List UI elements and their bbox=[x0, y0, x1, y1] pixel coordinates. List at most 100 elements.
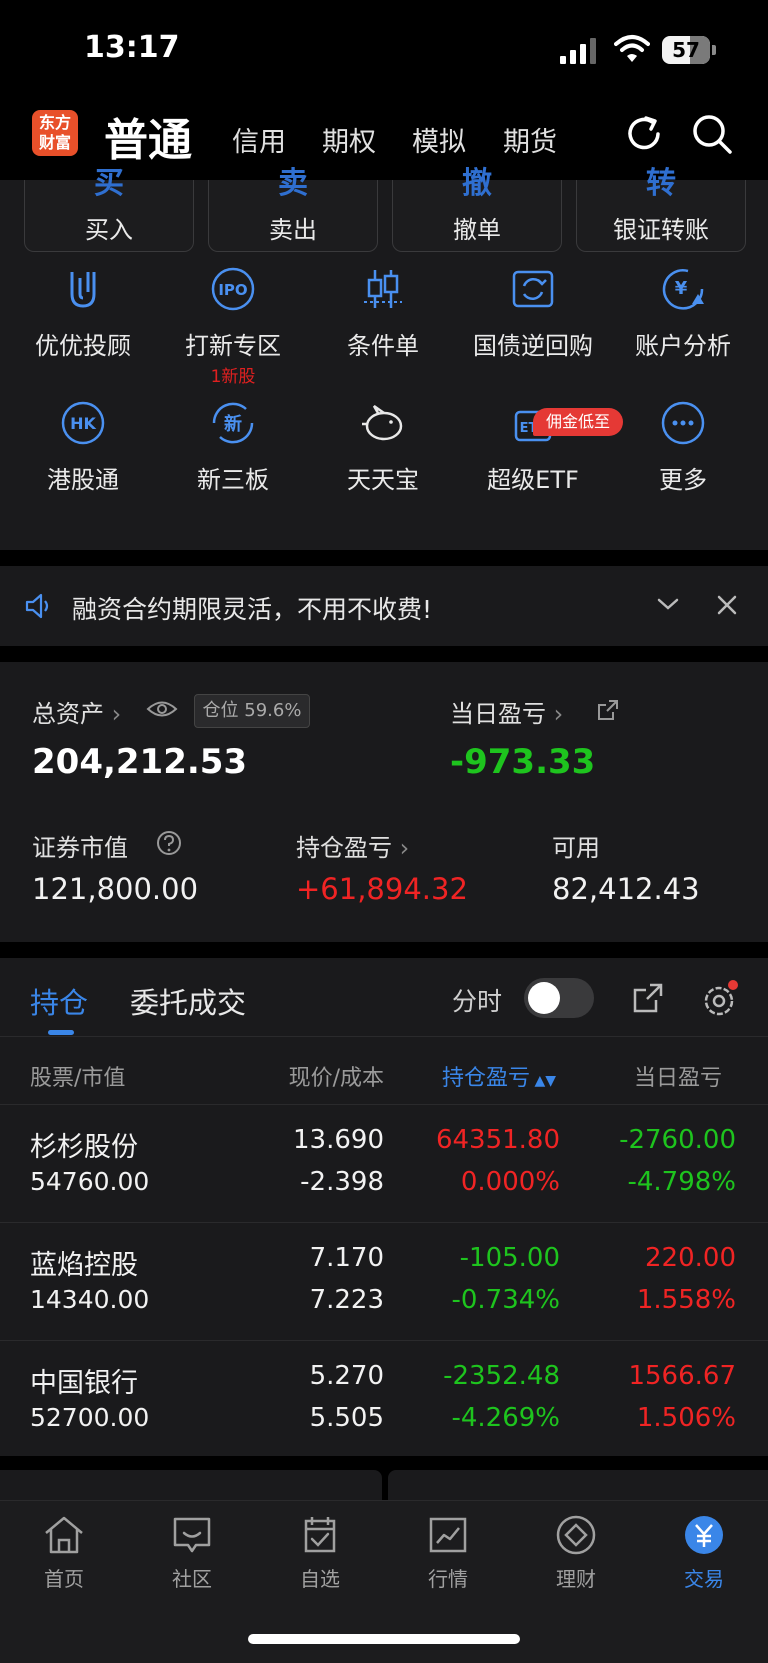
stock-name: 蓝焰控股 bbox=[30, 1250, 138, 1281]
total-assets-value: 204,212.53 bbox=[32, 742, 248, 782]
col-header-stock: 股票/市值 bbox=[30, 1066, 126, 1091]
bank-transfer-label: 银证转账 bbox=[613, 216, 709, 244]
stock-name: 杉杉股份 bbox=[30, 1132, 138, 1163]
daily-pl-value: -973.33 bbox=[450, 742, 596, 782]
stock-price: 5.270 bbox=[309, 1361, 384, 1391]
table-row[interactable]: 杉杉股份 54760.00 13.690 -2.398 64351.80 0.0… bbox=[0, 1104, 768, 1222]
nav-watchlist[interactable]: 自选 bbox=[256, 1513, 384, 1593]
grid-label: 更多 bbox=[659, 466, 707, 494]
holdings-section: 持仓 委托成交 分时 股票/市值 现价/成本 持仓盈亏 ▲▼ 当日盈亏 杉杉股份… bbox=[0, 958, 768, 1456]
holding-pl: -105.00 bbox=[459, 1243, 560, 1273]
export-icon[interactable] bbox=[632, 982, 664, 1014]
grid-label: 国债逆回购 bbox=[473, 332, 593, 360]
commission-promo-badge: 佣金低至 bbox=[533, 408, 623, 436]
ipo-icon: IPO bbox=[211, 267, 255, 311]
grid-item-ipo[interactable]: IPO 打新专区 1新股 bbox=[158, 264, 308, 387]
home-indicator bbox=[248, 1634, 520, 1644]
signal-icon bbox=[560, 38, 596, 64]
neeq-icon: 新 bbox=[212, 402, 254, 444]
tab-orders[interactable]: 委托成交 bbox=[130, 980, 246, 1022]
home-icon bbox=[45, 1516, 83, 1554]
notice-banner[interactable]: 融资合约期限灵活，不用不收费! bbox=[0, 566, 768, 646]
tab-futures[interactable]: 期货 bbox=[503, 120, 557, 159]
nav-community[interactable]: 社区 bbox=[128, 1513, 256, 1593]
daily-pl-pct: -4.798% bbox=[627, 1167, 736, 1197]
search-icon[interactable] bbox=[690, 112, 734, 156]
nav-trade[interactable]: 交易 bbox=[640, 1513, 768, 1593]
stock-cost: 7.223 bbox=[309, 1285, 384, 1315]
account-analysis-icon: ¥ bbox=[662, 269, 704, 310]
eye-icon[interactable] bbox=[146, 698, 178, 720]
grid-item-account-analysis[interactable]: ¥ 账户分析 bbox=[608, 264, 758, 384]
cancel-order-label: 撤单 bbox=[453, 216, 501, 244]
position-ratio-badge: 仓位 59.6% bbox=[194, 694, 310, 728]
sell-button[interactable]: 卖 卖出 bbox=[208, 166, 378, 252]
grid-item-advisor[interactable]: 优优投顾 bbox=[8, 264, 158, 384]
stock-price: 13.690 bbox=[293, 1125, 384, 1155]
bottom-card-right bbox=[388, 1470, 768, 1500]
grid-label: 条件单 bbox=[347, 332, 419, 360]
tab-simulation[interactable]: 模拟 bbox=[412, 120, 466, 159]
tab-credit[interactable]: 信用 bbox=[232, 120, 286, 159]
nav-home[interactable]: 首页 bbox=[0, 1513, 128, 1593]
sell-label: 卖出 bbox=[269, 216, 317, 244]
tab-options[interactable]: 期权 bbox=[322, 120, 376, 159]
more-icon bbox=[661, 401, 705, 445]
daily-pl: 220.00 bbox=[645, 1243, 736, 1273]
chevron-down-icon[interactable] bbox=[656, 596, 680, 612]
svg-text:新: 新 bbox=[224, 413, 242, 435]
total-assets-label[interactable]: 总资产 › bbox=[32, 694, 121, 729]
daily-pl: 1566.67 bbox=[628, 1361, 736, 1391]
tab-holdings[interactable]: 持仓 bbox=[30, 980, 88, 1022]
grid-item-hk-connect[interactable]: HK 港股通 bbox=[8, 398, 158, 518]
status-time: 13:17 bbox=[84, 30, 180, 65]
holding-pl-pct: -4.269% bbox=[451, 1403, 560, 1433]
nav-wealth[interactable]: 理财 bbox=[512, 1513, 640, 1593]
grid-item-more[interactable]: 更多 bbox=[608, 398, 758, 518]
stock-cost: 5.505 bbox=[309, 1403, 384, 1433]
bank-transfer-button[interactable]: 转 银证转账 bbox=[576, 166, 746, 252]
repo-icon bbox=[512, 270, 554, 308]
col-header-holding-pl[interactable]: 持仓盈亏 ▲▼ bbox=[442, 1060, 556, 1092]
holding-pl-value: +61,894.32 bbox=[296, 872, 468, 906]
refresh-icon[interactable] bbox=[622, 112, 666, 156]
grid-item-conditional-order[interactable]: 条件单 bbox=[308, 264, 458, 384]
grid-label: 新三板 bbox=[197, 466, 269, 494]
market-value: 121,800.00 bbox=[32, 872, 199, 906]
grid-item-reverse-repo[interactable]: 国债逆回购 bbox=[458, 264, 608, 384]
eastmoney-logo: 东方 财富 bbox=[32, 110, 78, 156]
grid-item-tiantianbao[interactable]: 天天宝 bbox=[308, 398, 458, 518]
market-icon bbox=[429, 1517, 467, 1553]
new-ipo-count: 1新股 bbox=[210, 367, 256, 387]
settings-icon[interactable] bbox=[700, 980, 738, 1018]
intraday-label: 分时 bbox=[452, 987, 503, 1016]
tab-indicator bbox=[48, 1030, 74, 1035]
battery-icon: 57 bbox=[662, 36, 716, 64]
holding-pl-pct: 0.000% bbox=[460, 1167, 560, 1197]
share-icon[interactable] bbox=[596, 698, 620, 722]
daily-pl: -2760.00 bbox=[619, 1125, 736, 1155]
cancel-order-button[interactable]: 撤 撤单 bbox=[392, 166, 562, 252]
daily-pl-label[interactable]: 当日盈亏 › bbox=[450, 694, 563, 729]
col-header-daily-pl: 当日盈亏 bbox=[634, 1066, 723, 1091]
grid-label: 港股通 bbox=[47, 466, 119, 494]
table-row[interactable]: 中国银行 52700.00 5.270 5.505 -2352.48 -4.26… bbox=[0, 1340, 768, 1458]
stock-cost: -2.398 bbox=[300, 1167, 384, 1197]
bottom-card-left bbox=[0, 1470, 382, 1500]
holding-pl: -2352.48 bbox=[443, 1361, 560, 1391]
col-header-price: 现价/成本 bbox=[288, 1066, 384, 1091]
candlestick-icon bbox=[364, 270, 402, 308]
help-icon[interactable] bbox=[156, 830, 182, 856]
close-icon[interactable] bbox=[716, 594, 738, 616]
stock-price: 7.170 bbox=[309, 1243, 384, 1273]
grid-item-neeq[interactable]: 新 新三板 bbox=[158, 398, 308, 518]
holding-pl-label[interactable]: 持仓盈亏 › bbox=[296, 828, 409, 863]
stock-market-value: 52700.00 bbox=[30, 1403, 150, 1432]
intraday-toggle[interactable] bbox=[524, 978, 594, 1018]
grid-label: 账户分析 bbox=[635, 332, 731, 360]
grid-label: 天天宝 bbox=[347, 466, 419, 494]
table-row[interactable]: 蓝焰控股 14340.00 7.170 7.223 -105.00 -0.734… bbox=[0, 1222, 768, 1340]
nav-market[interactable]: 行情 bbox=[384, 1513, 512, 1593]
available-label: 可用 bbox=[552, 834, 600, 862]
buy-button[interactable]: 买 买入 bbox=[24, 166, 194, 252]
